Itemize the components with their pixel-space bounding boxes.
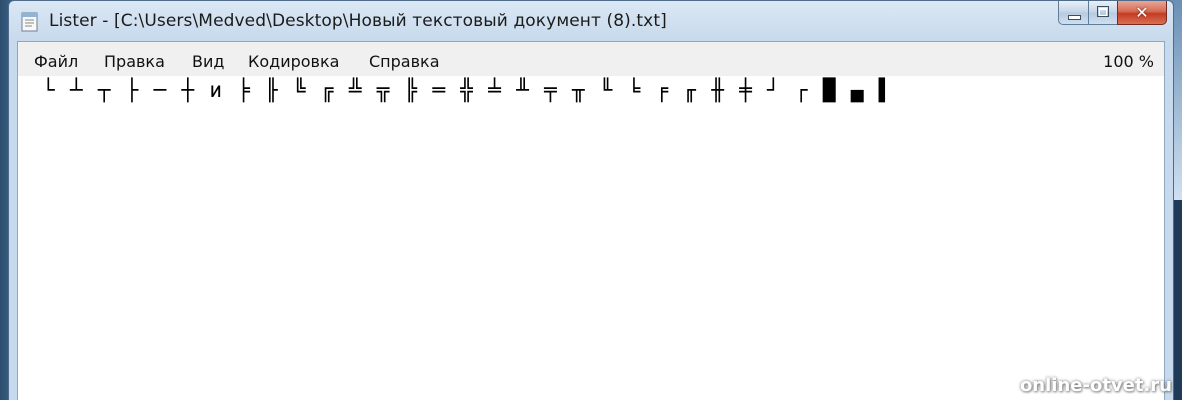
watermark-text: online-otvet.ru <box>1019 375 1172 396</box>
menu-help[interactable]: Справка <box>369 52 440 71</box>
close-icon: ✕ <box>1135 3 1149 22</box>
document-line: └ ┴ ┬ ├ ─ ┼ и ╞ ╟ ╚ ╔ ╩ ╦ ╠ ═ ╬ ╧ ╨ ╤ ╥ … <box>42 78 893 102</box>
menu-bar: Файл Правка Вид Кодировка Справка 100 % <box>18 42 1164 77</box>
menu-edit[interactable]: Правка <box>104 52 165 71</box>
document-view[interactable]: └ ┴ ┬ ├ ─ ┼ и ╞ ╟ ╚ ╔ ╩ ╦ ╠ ═ ╬ ╧ ╨ ╤ ╥ … <box>18 76 1164 400</box>
minimize-button[interactable] <box>1058 1 1088 25</box>
maximize-icon <box>1097 6 1109 17</box>
notepad-document-icon <box>21 12 38 32</box>
menu-file[interactable]: Файл <box>34 52 78 71</box>
client-area: Файл Правка Вид Кодировка Справка 100 % … <box>17 41 1165 400</box>
maximize-button[interactable] <box>1088 1 1117 25</box>
minimize-icon <box>1068 15 1081 20</box>
caption-buttons: ✕ <box>1058 1 1167 27</box>
lister-window: Lister - [C:\Users\Medved\Desktop\Новый … <box>8 0 1174 400</box>
menu-encoding[interactable]: Кодировка <box>248 52 339 71</box>
menu-view[interactable]: Вид <box>192 52 224 71</box>
window-title: Lister - [C:\Users\Medved\Desktop\Новый … <box>49 11 667 31</box>
title-bar[interactable]: Lister - [C:\Users\Medved\Desktop\Новый … <box>9 1 1173 41</box>
zoom-level[interactable]: 100 % <box>1103 52 1154 71</box>
close-button[interactable]: ✕ <box>1117 1 1167 25</box>
